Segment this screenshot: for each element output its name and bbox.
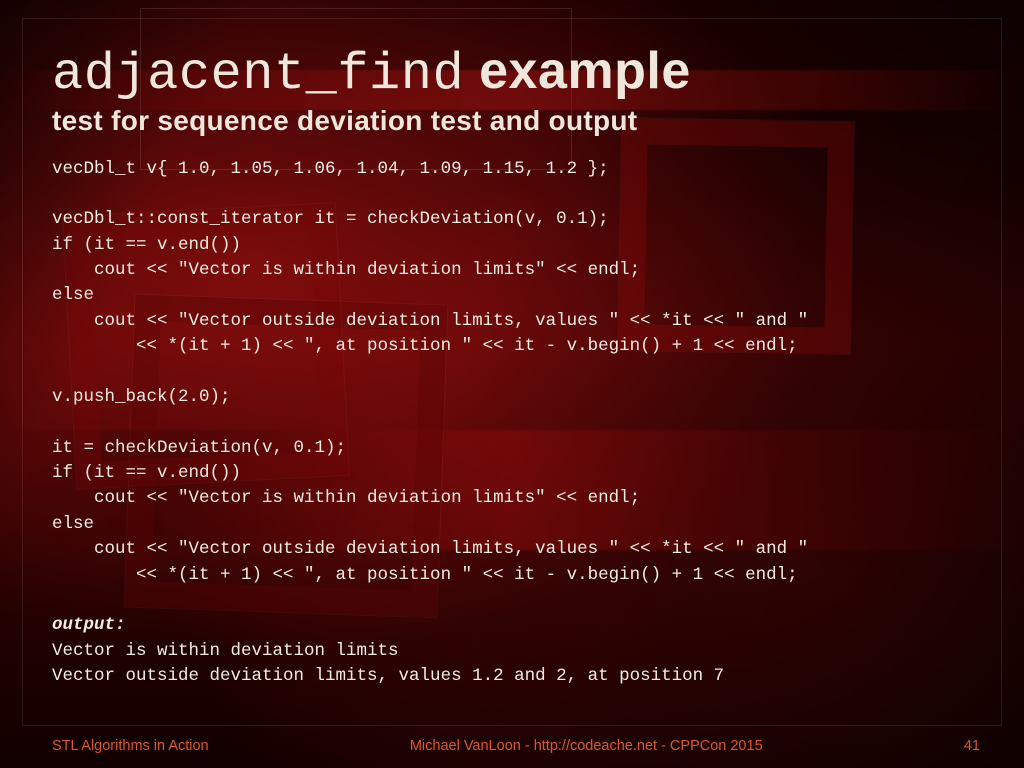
- footer: STL Algorithms in Action Michael VanLoon…: [0, 738, 1024, 754]
- footer-page: 41: [964, 738, 980, 754]
- code-block: vecDbl_t v{ 1.0, 1.05, 1.06, 1.04, 1.09,…: [52, 157, 972, 690]
- slide-subtitle: test for sequence deviation test and out…: [52, 105, 972, 137]
- footer-center: Michael VanLoon - http://codeache.net - …: [209, 738, 964, 754]
- output-text: Vector is within deviation limits Vector…: [52, 641, 724, 686]
- content-area: adjacent_find example test for sequence …: [52, 44, 972, 689]
- title-code-part: adjacent_find: [52, 45, 464, 104]
- slide-title: adjacent_find example: [52, 44, 972, 103]
- slide: adjacent_find example test for sequence …: [0, 0, 1024, 768]
- code-text: vecDbl_t v{ 1.0, 1.05, 1.06, 1.04, 1.09,…: [52, 159, 808, 585]
- output-label: output:: [52, 615, 126, 635]
- footer-left: STL Algorithms in Action: [52, 738, 209, 754]
- title-text-part: example: [464, 42, 691, 100]
